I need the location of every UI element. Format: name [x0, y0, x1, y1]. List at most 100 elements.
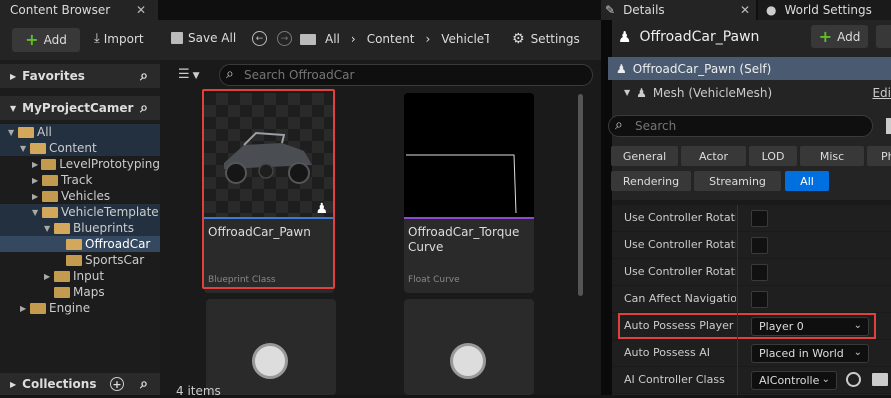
chevron-right-icon: › — [350, 32, 356, 46]
edit-link[interactable]: Edi — [872, 86, 891, 100]
asset-type: Float Curve — [408, 275, 460, 285]
chevron-down-icon: ▼ — [8, 127, 15, 137]
property-label: Use Controller Rotati — [624, 265, 736, 278]
gear-icon: ⚙ — [512, 31, 525, 47]
details-search-box[interactable]: ⌕ — [608, 115, 873, 137]
chevron-right-icon: ▶ — [10, 71, 17, 81]
filter-actor[interactable]: Actor — [681, 146, 746, 166]
component-self[interactable]: ♟ OffroadCar_Pawn (Self) — [608, 57, 891, 80]
filter-all[interactable]: All — [785, 171, 829, 191]
back-button[interactable]: ← — [252, 31, 267, 46]
tab-content-browser[interactable]: Content Browser ✕ — [0, 0, 158, 20]
filter-button[interactable]: ☰ ▼ — [178, 67, 200, 82]
chevron-down-icon: ▼ — [32, 207, 39, 217]
folder-icon — [54, 286, 70, 298]
asset-search-input[interactable] — [244, 67, 574, 83]
chevron-down-icon: ▼ — [20, 143, 27, 153]
folder-tree: ▼ All ▼ Content ▶ LevelPrototyping ▶ Track ▶… — [0, 124, 160, 320]
tree-item-engine[interactable]: ▶ Engine — [0, 300, 160, 316]
plus-icon: + — [25, 30, 39, 49]
breadcrumb-content[interactable]: Content — [367, 32, 415, 46]
filter-physics[interactable]: Ph — [867, 146, 891, 166]
add-button[interactable]: + Add — [12, 28, 80, 52]
filter-lod[interactable]: LOD — [749, 146, 797, 166]
search-icon[interactable]: ⌕ — [140, 376, 148, 392]
property-checkbox[interactable] — [751, 237, 768, 254]
view-options-icon[interactable] — [886, 118, 891, 134]
selection-highlight — [202, 89, 335, 289]
ai-controller-class-combo[interactable]: AIControlle ⌄ — [751, 371, 837, 390]
tab-label: World Settings — [784, 3, 872, 17]
tree-item-sportscar[interactable]: SportsCar — [0, 252, 160, 268]
tab-world-settings[interactable]: ● World Settings — [758, 0, 891, 20]
property-label: Use Controller Rotati — [624, 211, 736, 224]
save-all-button[interactable]: Save All — [171, 31, 236, 45]
details-search-input[interactable] — [635, 118, 865, 134]
plus-icon: + — [818, 26, 833, 46]
tree-item-vehicletemplate[interactable]: ▼ VehicleTemplate — [0, 204, 160, 220]
tab-label: Content Browser — [10, 3, 111, 17]
tree-item-vehicles[interactable]: ▶ Vehicles — [0, 188, 160, 204]
tree-item-content[interactable]: ▼ Content — [0, 140, 160, 156]
property-checkbox[interactable] — [751, 210, 768, 227]
filter-misc[interactable]: Misc — [800, 146, 864, 166]
search-icon[interactable]: ⌕ — [140, 100, 148, 116]
property-row: AI Controller Class AIControlle ⌄ — [612, 367, 891, 394]
asset-card-partial[interactable] — [206, 299, 336, 395]
auto-possess-ai-combo[interactable]: Placed in World ⌄ — [751, 344, 869, 363]
property-label: Use Controller Rotati — [624, 238, 736, 251]
forward-button[interactable]: → — [277, 31, 292, 46]
search-icon[interactable]: ⌕ — [140, 68, 148, 84]
asset-type-bar — [404, 217, 534, 219]
scrollbar[interactable] — [578, 94, 583, 296]
property-row: Use Controller Rotati — [612, 232, 891, 259]
property-checkbox[interactable] — [751, 291, 768, 308]
mesh-icon: ♟ — [636, 85, 647, 100]
favorites-label: Favorites — [22, 69, 85, 83]
tree-item-levelprototyping[interactable]: ▶ LevelPrototyping — [0, 156, 160, 172]
browse-folder-icon[interactable] — [872, 373, 888, 386]
asset-card-torque-curve[interactable]: OffroadCar_Torque Curve Float Curve — [404, 93, 534, 293]
tab-details[interactable]: ✎ Details ✕ — [601, 0, 756, 20]
asset-search-box[interactable]: ⌕ — [219, 64, 593, 86]
close-icon[interactable]: ✕ — [740, 3, 750, 17]
tree-item-offroadcar[interactable]: OffroadCar — [0, 236, 160, 252]
property-row: Use Controller Rotati — [612, 259, 891, 286]
tab-label: Details — [623, 3, 665, 17]
component-mesh[interactable]: ▼ ♟ Mesh (VehicleMesh) Edi — [608, 81, 891, 104]
import-icon: ⤓ — [94, 31, 100, 46]
tree-item-track[interactable]: ▶ Track — [0, 172, 160, 188]
property-row: Auto Possess AI Placed in World ⌄ — [612, 340, 891, 367]
favorites-header[interactable]: ▶ Favorites ⌕ — [0, 64, 160, 88]
tree-label: Engine — [49, 301, 91, 315]
collections-header[interactable]: ▶ Collections + ⌕ — [0, 373, 160, 395]
collections-label: Collections — [22, 377, 97, 391]
tree-item-input[interactable]: ▶ Input — [0, 268, 160, 284]
combo-value: Placed in World — [759, 347, 844, 360]
close-icon[interactable]: ✕ — [136, 3, 146, 17]
add-collection-icon[interactable]: + — [110, 377, 124, 391]
cube-icon — [450, 343, 486, 379]
tree-label: All — [37, 125, 52, 139]
add-component-button[interactable]: + Add — [811, 25, 868, 48]
project-label: MyProjectCamer — [22, 101, 134, 115]
property-checkbox[interactable] — [751, 264, 768, 281]
tree-label: Blueprints — [73, 221, 135, 235]
more-button[interactable] — [876, 25, 891, 48]
filter-streaming[interactable]: Streaming — [694, 171, 781, 191]
tree-item-blueprints[interactable]: ▼ Blueprints — [0, 220, 160, 236]
tree-item-all[interactable]: ▼ All — [0, 124, 160, 140]
project-header[interactable]: ▼ MyProjectCamer ⌕ — [0, 96, 160, 120]
folder-icon — [54, 222, 70, 234]
selection-highlight — [618, 313, 876, 339]
breadcrumb-vehicle[interactable]: VehicleT — [441, 32, 489, 46]
filter-rendering[interactable]: Rendering — [611, 171, 691, 191]
import-button[interactable]: ⤓ Import — [94, 31, 144, 46]
asset-card-partial[interactable] — [404, 299, 534, 395]
filter-general[interactable]: General — [611, 146, 678, 166]
settings-button[interactable]: ⚙ Settings — [512, 31, 580, 47]
chevron-down-icon: ▼ — [10, 103, 17, 113]
breadcrumb-all[interactable]: All — [325, 32, 340, 46]
use-selected-icon[interactable] — [846, 372, 861, 387]
tree-item-maps[interactable]: Maps — [0, 284, 160, 300]
